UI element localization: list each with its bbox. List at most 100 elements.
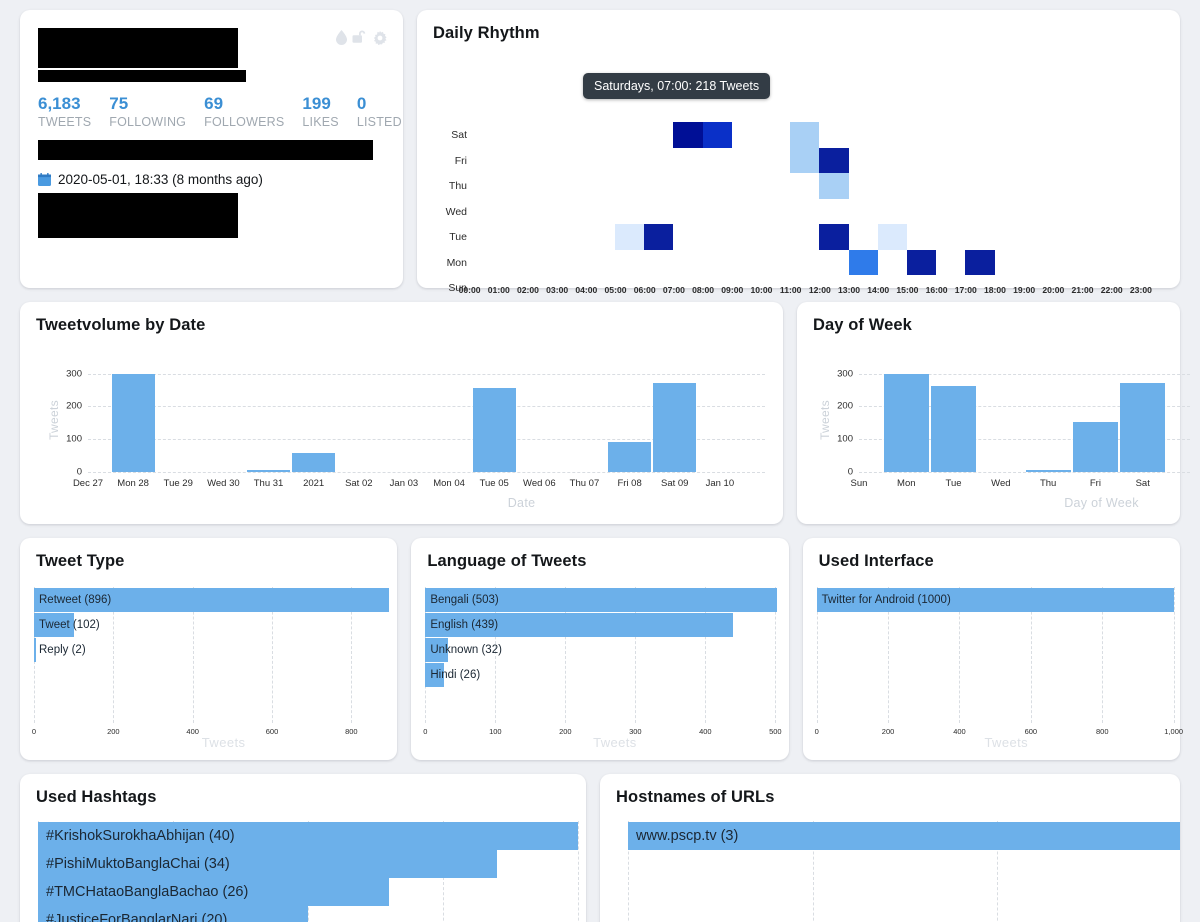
heatmap-hour-tick: 05:00 [604,285,627,295]
bar[interactable] [1072,422,1119,472]
joined-date-text: 2020-05-01, 18:33 (8 months ago) [58,171,263,187]
tweetvolume-chart[interactable]: Tweets 0 100 200 300 Dec 27 Mon 28 Tue 29 Wed 30… [20,357,783,510]
redacted-handle [38,70,246,82]
x-axis-tick: Sat [1135,478,1150,489]
tweetvolume-title: Tweetvolume by Date [36,316,206,334]
heatmap-cell[interactable] [702,122,732,148]
heatmap-hour-tick: 09:00 [721,285,744,295]
heatmap-cell[interactable] [615,224,645,250]
x-axis-label: Tweets [201,735,246,750]
gridline [859,472,1190,473]
tweettype-chart[interactable]: 0 200 400 600 800 Retweet (896) Tweet (102) Rep… [20,587,397,750]
heatmap-cell[interactable] [848,249,878,275]
heatmap-hour-tick: 01:00 [487,285,510,295]
language-card: Language of Tweets 0 100 200 300 400 500 Benga… [411,538,789,760]
heatmap-hour-tick: 22:00 [1100,285,1123,295]
hostnames-chart[interactable]: www.pscp.tv (3) [600,821,1180,922]
hostnames-card: Hostnames of URLs www.pscp.tv (3) [600,774,1180,922]
bar-label: #TMCHataoBanglaBachao (26) [46,884,249,900]
x-axis-label: Tweets [593,735,637,750]
x-axis-tick: Mon 28 [117,478,149,489]
bar[interactable] [1120,382,1166,472]
x-axis-tick: Sun [850,478,868,489]
x-axis-tick: Mon [897,478,916,489]
stat-tweets: 6,183 TWEETS [38,94,91,130]
x-axis-tick: Thu 31 [253,478,284,489]
heatmap-cell[interactable] [819,224,849,250]
gridline [1173,587,1175,723]
heatmap-hour-tick: 23:00 [1129,285,1152,295]
bar-label: Twitter for Android (1000) [821,594,951,606]
bar[interactable] [292,452,336,472]
y-axis-tick: 200 [837,400,853,412]
bar[interactable] [653,382,697,472]
x-axis-label: Date [507,496,536,510]
stat-following: 75 FOLLOWING [109,94,186,130]
bar-label: Bengali (503) [430,594,499,606]
x-axis-tick: Wed 06 [523,478,556,489]
interface-title: Used Interface [818,552,934,570]
bar[interactable] [246,470,291,472]
bar[interactable] [930,386,977,472]
unlocked-padlock-icon [352,30,366,43]
tweetvolume-card: Tweetvolume by Date Tweets 0 100 200 300 Dec … [20,302,783,524]
bar[interactable] [1025,470,1071,472]
redacted-location [38,192,238,238]
dayofweek-chart[interactable]: Tweets 0 100 200 300 Sun Mon Tue Wed Thu Fri Sat Day… [797,357,1190,510]
heatmap-cell[interactable] [819,173,849,199]
x-axis-tick: Wed [991,478,1011,489]
heatmap-hour-tick: 02:00 [516,285,539,295]
interface-chart[interactable]: 0 200 400 600 800 1,000 Twitter for Android (1… [803,587,1183,750]
joined-date-row: 2020-05-01, 18:33 (8 months ago) [38,172,385,187]
heatmap-row-label-sat: Sat [451,129,467,141]
heatmap-row-label-tue: Tue [449,231,467,243]
heatmap-cell[interactable] [673,122,703,148]
heatmap-cell[interactable] [819,147,849,173]
heatmap-cell[interactable] [644,224,674,250]
gridline [88,373,765,375]
heatmap-hour-tick: 12:00 [808,285,831,295]
heatmap-cell[interactable] [907,249,937,275]
heatmap-hour-tick: 10:00 [750,285,773,295]
x-axis-tick: Jan 10 [705,478,735,489]
heatmap-hour-tick: 03:00 [546,285,569,295]
heatmap-cell[interactable] [790,147,820,173]
daily-rhythm-title: Daily Rhythm [433,24,540,42]
x-axis-tick: Tue 05 [479,478,509,489]
heatmap-hour-tick: 20:00 [1042,285,1065,295]
daily-rhythm-heatmap[interactable]: Saturdays, 07:00: 218 Tweets Sat Fri Thu We… [417,43,1180,295]
heatmap-hour-tick: 06:00 [633,285,656,295]
row-volume-dayofweek: Tweetvolume by Date Tweets 0 100 200 300 Dec … [20,302,1190,524]
hostnames-title: Hostnames of URLs [616,788,775,806]
bar-label: www.pscp.tv (3) [636,828,739,844]
tweettype-title: Tweet Type [36,552,125,570]
bar-label: Unknown (32) [430,644,502,656]
bar-label: Tweet (102) [39,619,100,631]
x-axis-tick: 0 [814,727,819,736]
x-axis-tick: 600 [265,727,279,736]
heatmap-cell[interactable] [790,122,820,148]
language-title: Language of Tweets [427,552,587,570]
heatmap-cell[interactable] [965,249,995,275]
hashtags-title: Used Hashtags [36,788,157,806]
x-axis-tick: 200 [559,727,572,736]
bar[interactable] [883,373,929,472]
heatmap-cell[interactable] [877,224,907,250]
heatmap-hour-tick: 21:00 [1071,285,1094,295]
hashtags-chart[interactable]: #KrishokSurokhaAbhijan (40) #PishiMuktoBa… [20,821,586,922]
heatmap-hour-tick: 07:00 [662,285,685,295]
heatmap-row-label-wed: Wed [445,205,467,218]
gridline [88,472,765,473]
heatmap-hour-tick: 18:00 [983,285,1006,295]
heatmap-hour-tick: 13:00 [838,285,861,295]
bar[interactable] [34,638,36,662]
bar[interactable] [472,388,516,472]
bar[interactable] [608,441,652,472]
heatmap-hour-tick: 15:00 [896,285,919,295]
bar[interactable] [111,373,155,472]
heatmap-hour-tick: 19:00 [1013,285,1036,295]
language-chart[interactable]: 0 100 200 300 400 500 Bengali (503) English (43… [411,587,788,750]
x-axis-tick: Wed 30 [207,478,240,489]
stat-likes: 199 LIKES [302,94,338,130]
x-axis-tick: Dec 27 [72,478,104,489]
